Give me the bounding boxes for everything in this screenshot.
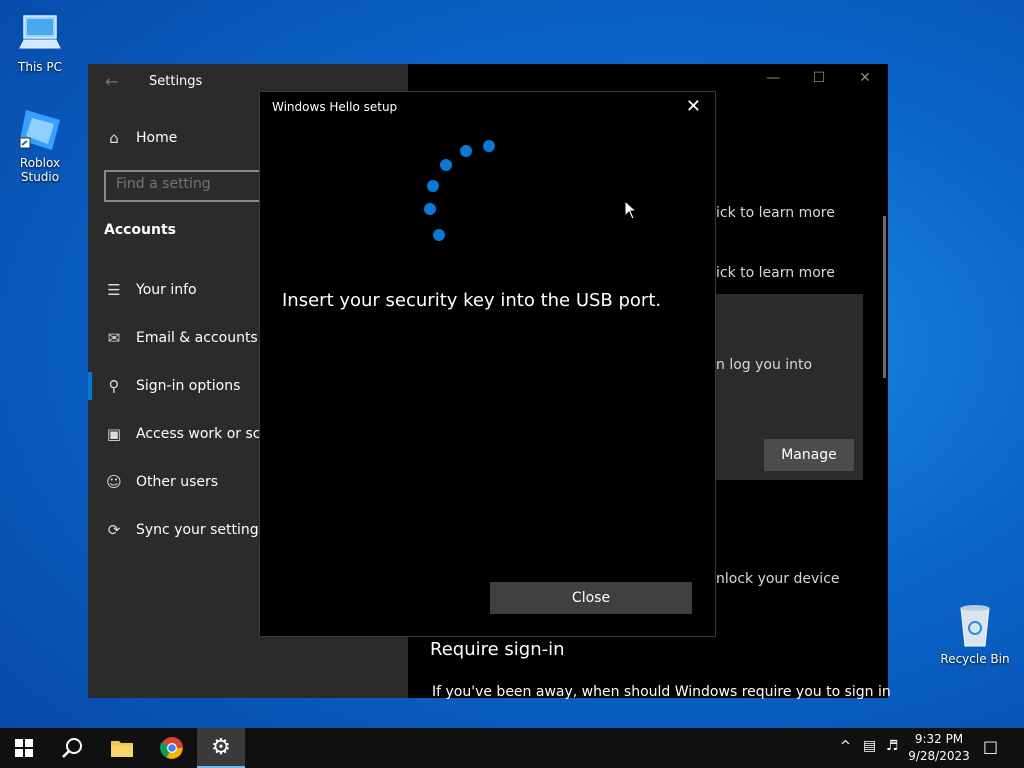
search-icon xyxy=(62,738,82,758)
spinner-dot xyxy=(460,145,472,157)
nav-label: Your info xyxy=(136,282,197,298)
nav-home-label: Home xyxy=(136,130,178,146)
search-button[interactable] xyxy=(48,728,96,768)
sync-icon: ⟳ xyxy=(107,521,121,539)
chrome-icon xyxy=(160,737,183,759)
window-title: Settings xyxy=(149,74,203,89)
mail-icon: ✉ xyxy=(107,329,121,347)
desktop-icon-label: This PC xyxy=(18,60,62,74)
learn-more-link-2[interactable]: ick to learn more xyxy=(716,265,835,281)
mouse-cursor-icon xyxy=(624,200,638,220)
chrome-button[interactable] xyxy=(148,728,196,768)
require-signin-description: If you've been away, when should Windows… xyxy=(432,684,891,700)
settings-taskbar-button[interactable]: ⚙ xyxy=(197,728,245,768)
briefcase-icon: ▣ xyxy=(106,425,122,443)
windows-hello-dialog: Windows Hello setup ✕ Insert your securi… xyxy=(259,91,716,637)
taskbar: ⚙ ^ ▤ ♬ 9:32 PM 9/28/2023 □ xyxy=(0,728,1024,768)
network-icon[interactable]: ▤ xyxy=(863,738,876,754)
section-title: Accounts xyxy=(104,222,177,238)
desktop-icon-label: Roblox Studio xyxy=(19,156,61,184)
windows-logo-icon xyxy=(15,739,33,757)
person-card-icon: ☰ xyxy=(107,281,121,299)
desktop-icon-recycle-bin[interactable]: Recycle Bin xyxy=(935,602,1015,666)
active-indicator xyxy=(88,372,92,400)
desktop-icon-this-pc[interactable]: This PC xyxy=(0,10,80,74)
learn-more-link-1[interactable]: ick to learn more xyxy=(716,205,835,221)
key-icon: ⚲ xyxy=(108,377,120,395)
gear-icon: ⚙ xyxy=(211,734,231,760)
roblox-studio-icon xyxy=(16,106,64,154)
nav-label: Other users xyxy=(136,474,219,490)
nav-label: Sign-in options xyxy=(136,378,241,394)
chevron-up-icon[interactable]: ^ xyxy=(840,739,851,754)
search-box[interactable] xyxy=(104,170,268,202)
person-add-icon: ☺ xyxy=(106,473,122,491)
search-input[interactable] xyxy=(106,172,266,196)
maximize-icon[interactable]: ☐ xyxy=(804,70,834,86)
spinner-dot xyxy=(433,229,445,241)
clock-date[interactable]: 9/28/2023 xyxy=(904,749,974,763)
card-description: n log you into xyxy=(716,357,813,373)
dialog-title: Windows Hello setup xyxy=(272,100,398,114)
file-explorer-button[interactable] xyxy=(98,728,146,768)
nav-label: Email & accounts xyxy=(136,330,258,346)
spinner-dot xyxy=(427,180,439,192)
spinner-dot xyxy=(424,203,436,215)
computer-icon xyxy=(16,10,64,58)
manage-button[interactable]: Manage xyxy=(764,439,854,471)
close-window-icon[interactable]: ✕ xyxy=(850,70,880,86)
require-signin-heading: Require sign-in xyxy=(430,639,565,660)
volume-muted-icon[interactable]: ♬ xyxy=(886,738,899,754)
clock-time[interactable]: 9:32 PM xyxy=(904,732,974,746)
spinner-dot xyxy=(483,140,495,152)
close-icon[interactable]: ✕ xyxy=(686,96,701,117)
dialog-message: Insert your security key into the USB po… xyxy=(282,290,662,311)
close-button[interactable]: Close xyxy=(490,582,692,614)
spinner-dot xyxy=(440,159,452,171)
recycle-bin-icon xyxy=(951,602,999,650)
back-arrow-icon[interactable]: ← xyxy=(105,72,118,91)
unlock-text: nlock your device xyxy=(716,571,840,587)
desktop-icon-label: Recycle Bin xyxy=(940,652,1010,666)
nav-label: Sync your settings xyxy=(136,522,266,538)
home-icon: ⌂ xyxy=(109,129,119,147)
desktop-icon-roblox-studio[interactable]: Roblox Studio xyxy=(0,106,80,184)
start-button[interactable] xyxy=(0,728,48,768)
minimize-icon[interactable]: — xyxy=(758,70,788,86)
scrollbar[interactable] xyxy=(883,216,886,378)
notification-icon[interactable]: □ xyxy=(983,737,998,756)
folder-icon xyxy=(111,741,133,757)
